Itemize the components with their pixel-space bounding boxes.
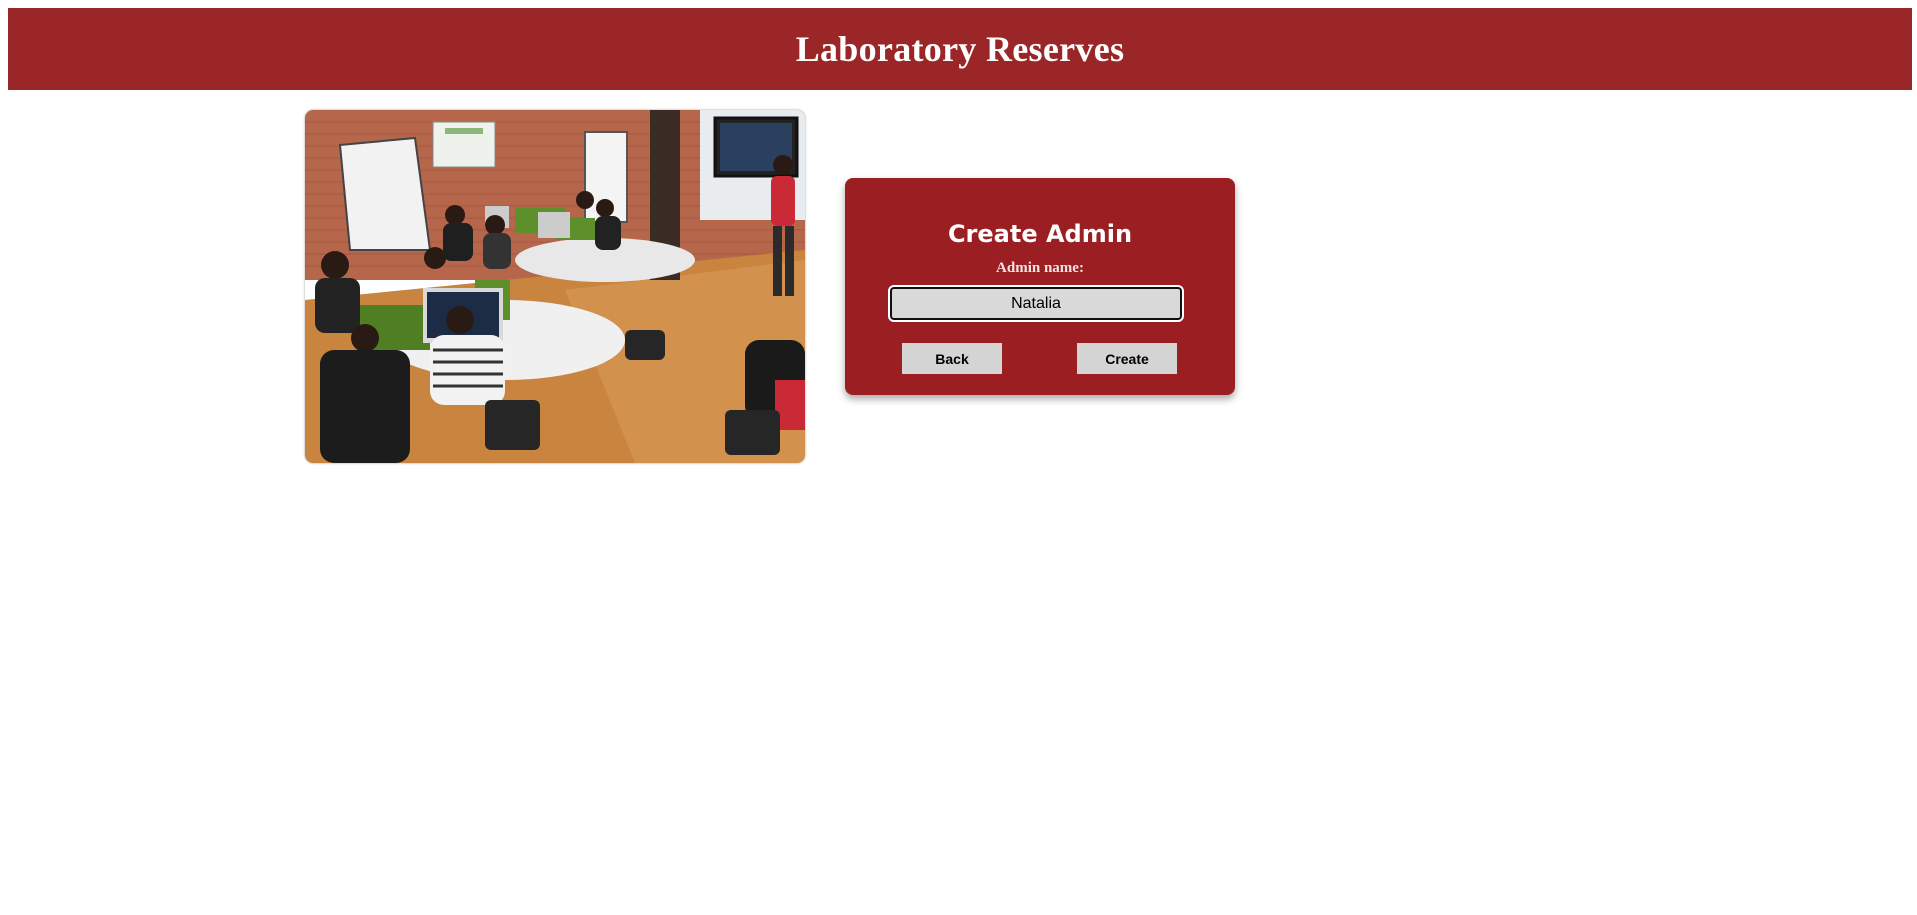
form-title: Create Admin [947, 220, 1133, 248]
admin-name-input[interactable] [888, 285, 1184, 322]
page-title: Laboratory Reserves [795, 29, 1125, 69]
lab-photo [305, 110, 805, 463]
admin-name-label: Admin name: [996, 260, 1084, 276]
create-admin-card: Create Admin Admin name: Back Create [845, 178, 1235, 395]
page-header: Laboratory Reserves [8, 8, 1912, 90]
back-button[interactable]: Back [902, 343, 1002, 374]
create-button[interactable]: Create [1077, 343, 1177, 374]
